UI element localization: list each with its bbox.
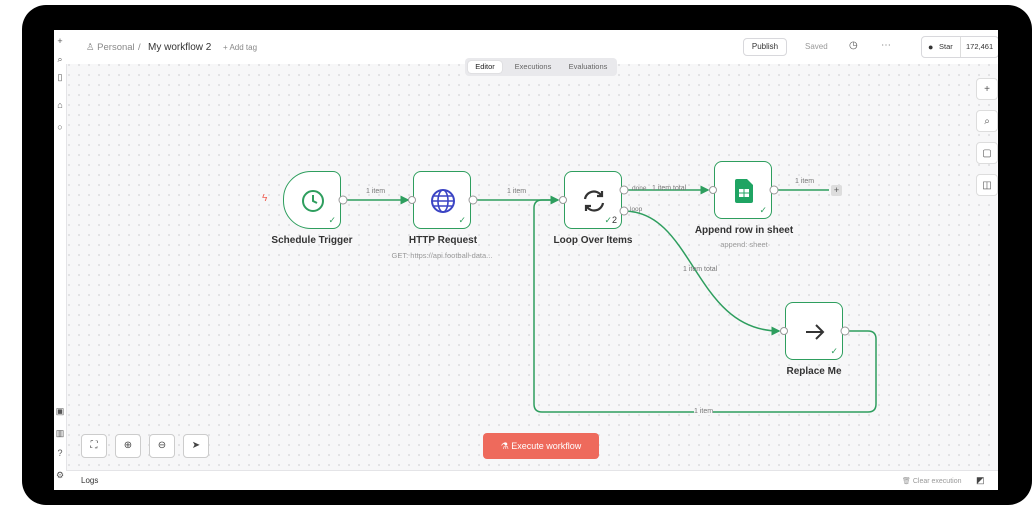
flask-icon: ⚗ [500, 441, 509, 451]
handles-layer [338, 185, 850, 336]
search-nodes-button[interactable]: ⌕ [976, 110, 998, 132]
output-handle[interactable] [840, 326, 850, 336]
logs-bar[interactable]: Logs 🗑 Clear execution ◩ [66, 470, 998, 490]
clear-execution-button[interactable]: 🗑 Clear execution [902, 477, 961, 485]
cursor-icon: ➤ [191, 440, 201, 451]
execute-workflow-button[interactable]: ⚗ Execute workflow [483, 433, 599, 459]
output-handle[interactable] [619, 206, 629, 216]
input-handle[interactable] [780, 327, 788, 335]
fit-view-button[interactable]: ⛶ [81, 434, 107, 458]
popout-icon[interactable]: ◩ [976, 475, 985, 486]
zoom-in-icon: ⊕ [123, 440, 133, 451]
zoom-out-icon: ⊖ [157, 440, 167, 451]
clear-execution-label: Clear execution [912, 478, 962, 485]
zoom-in-button[interactable]: ⊕ [115, 434, 141, 458]
input-handle[interactable] [559, 196, 567, 204]
fit-view-icon: ⛶ [90, 440, 98, 451]
input-handle[interactable] [709, 186, 717, 194]
zoom-out-button[interactable]: ⊖ [149, 434, 175, 458]
output-handle[interactable] [769, 185, 779, 195]
trash-icon: 🗑 [902, 478, 911, 485]
toggle-panel-button[interactable]: ◫ [976, 174, 998, 196]
add-node-side-button[interactable]: + [976, 78, 998, 100]
pointer-tool-button[interactable]: ➤ [183, 434, 209, 458]
output-handle[interactable] [468, 195, 478, 205]
output-handle[interactable] [338, 195, 348, 205]
sticky-note-button[interactable]: ▢ [976, 142, 998, 164]
output-handle[interactable] [619, 185, 629, 195]
execute-label: Execute workflow [511, 441, 582, 451]
logs-label: Logs [81, 476, 99, 485]
input-handle[interactable] [408, 196, 416, 204]
app-screen: + ⌕ ▯ ⌂ ○ ▣ ▥ ? ⚙ ♙ Personal / My workfl… [54, 30, 998, 490]
